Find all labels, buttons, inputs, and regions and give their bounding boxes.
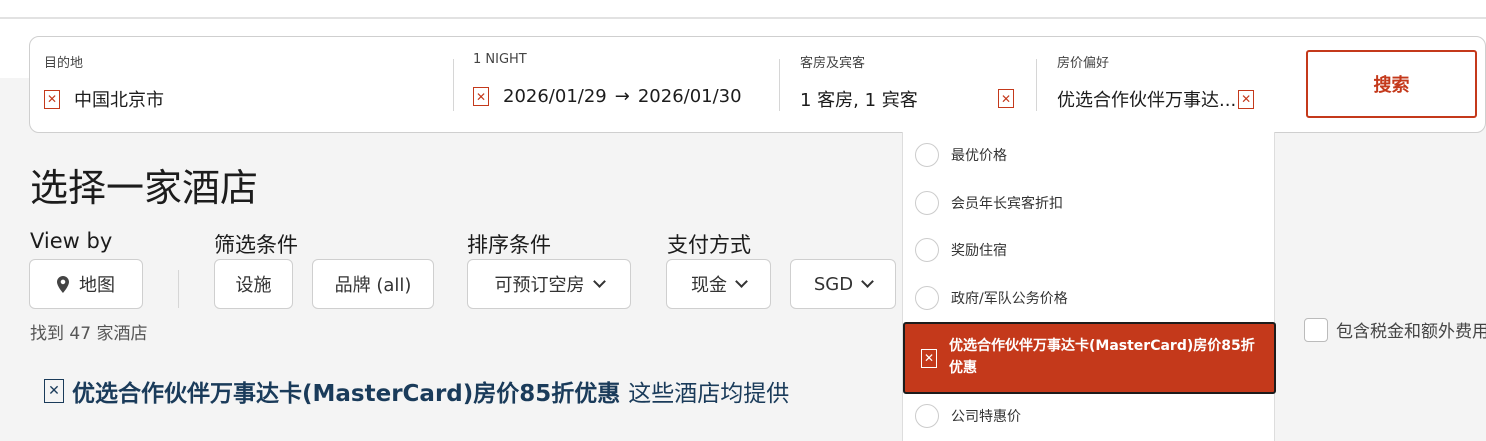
rate-option-label: 政府/军队公务价格 (951, 291, 1068, 307)
payment-label: 支付方式 (667, 233, 751, 257)
result-count: 找到 47 家酒店 (30, 324, 148, 344)
search-bar: 目的地 ✕ 中国北京市 1 NIGHT ✕ 2026/01/29 → 2026/… (29, 36, 1486, 133)
amenities-filter-button[interactable]: 设施 (214, 259, 293, 309)
rate-option[interactable]: 会员年长宾客折扣 (903, 191, 1276, 215)
map-view-button[interactable]: 地图 (29, 259, 143, 309)
header-divider (0, 17, 1486, 19)
include-taxes-label: 包含税金和额外费用 (1336, 322, 1486, 342)
rate-option-selected[interactable]: ✕ 优选合作伙伴万事达卡(MasterCard)房价85折优惠 (903, 322, 1276, 394)
view-by-label: View by (30, 229, 113, 253)
rate-preference-field[interactable]: 房价偏好 优选合作伙伴万事达... ✕ (1057, 37, 1279, 132)
promo-title: 优选合作伙伴万事达卡(MasterCard)房价85折优惠 (72, 381, 621, 407)
radio-button[interactable] (915, 286, 939, 310)
rate-glyph-icon: ✕ (1238, 89, 1255, 109)
calendar-glyph-icon: ✕ (473, 87, 489, 106)
sort-label: 排序条件 (467, 233, 551, 257)
rooms-guests-label: 客房及宾客 (800, 56, 866, 71)
map-pin-icon (57, 275, 69, 293)
rate-option[interactable]: 最优价格 (903, 143, 1276, 167)
filter-label: 筛选条件 (214, 233, 298, 257)
dates-field[interactable]: 1 NIGHT ✕ 2026/01/29 → 2026/01/30 (473, 37, 773, 132)
field-divider (1036, 59, 1037, 111)
destination-label: 目的地 (44, 56, 84, 71)
date-arrow-icon: → (614, 86, 630, 107)
destination-value: 中国北京市 (74, 90, 164, 111)
rate-option-label: 会员年长宾客折扣 (951, 196, 1063, 212)
filter-separator (178, 270, 179, 308)
field-divider (779, 59, 780, 111)
page: 目的地 ✕ 中国北京市 1 NIGHT ✕ 2026/01/29 → 2026/… (0, 0, 1486, 441)
destination-field[interactable]: 目的地 ✕ 中国北京市 (44, 37, 454, 132)
rate-preference-value-row[interactable]: 优选合作伙伴万事达... ✕ (1057, 86, 1255, 112)
promo-text: 这些酒店均提供 (628, 381, 790, 407)
nights-label: 1 NIGHT (473, 52, 527, 67)
payment-method-select[interactable]: 现金 (666, 259, 771, 309)
field-divider (453, 59, 454, 111)
dates-value-row[interactable]: ✕ 2026/01/29 → 2026/01/30 (473, 86, 742, 107)
rate-option-label: 最优价格 (951, 148, 1007, 164)
sort-select-value: 可预订空房 (494, 275, 585, 296)
rate-preference-value: 优选合作伙伴万事达... (1057, 90, 1237, 111)
currency-value: SGD (813, 273, 854, 295)
rate-preference-dropdown: 最优价格 会员年长宾客折扣 奖励住宿 政府/军队公务价格 ✕ 优选合作伙伴万事达… (902, 132, 1276, 441)
rate-option[interactable]: 公司特惠价 (903, 404, 1276, 428)
page-title: 选择一家酒店 (30, 166, 259, 210)
checkout-date: 2026/01/30 (637, 86, 742, 107)
brand-filter-label: 品牌 (all) (334, 275, 412, 296)
search-button[interactable]: 搜索 (1306, 50, 1477, 118)
rate-option-label: 公司特惠价 (951, 409, 1021, 425)
rooms-guests-value: 1 客房, 1 宾客 (800, 90, 918, 111)
amenities-filter-label: 设施 (235, 275, 272, 296)
include-taxes-toggle[interactable]: 包含税金和额外费用 (1304, 317, 1486, 342)
map-view-label: 地图 (79, 275, 115, 296)
rate-preference-label: 房价偏好 (1057, 56, 1110, 71)
radio-button[interactable] (915, 404, 939, 428)
promo-banner: ✕ 优选合作伙伴万事达卡(MasterCard)房价85折优惠 这些酒店均提供 (44, 374, 789, 408)
checkin-date: 2026/01/29 (503, 86, 607, 107)
brand-filter-button[interactable]: 品牌 (all) (312, 259, 434, 309)
radio-button[interactable] (915, 191, 939, 215)
check-glyph-icon: ✕ (921, 348, 937, 368)
radio-button[interactable] (915, 238, 939, 262)
chevron-down-icon (735, 275, 748, 288)
rate-option[interactable]: 奖励住宿 (903, 238, 1276, 262)
destination-value-row[interactable]: ✕ 中国北京市 (44, 86, 164, 112)
radio-button[interactable] (915, 143, 939, 167)
radio-button-selected[interactable]: ✕ (917, 346, 941, 370)
currency-select[interactable]: SGD (790, 259, 896, 309)
rate-option-label: 优选合作伙伴万事达卡(MasterCard)房价85折优惠 (949, 338, 1255, 376)
location-glyph-icon: ✕ (44, 89, 60, 109)
sort-select[interactable]: 可预订空房 (467, 259, 631, 309)
chevron-down-icon (592, 275, 606, 288)
rooms-guests-field[interactable]: 客房及宾客 1 客房, 1 宾客 ✕ (800, 37, 1026, 132)
rate-option[interactable]: 政府/军队公务价格 (903, 286, 1276, 310)
guests-glyph-icon[interactable]: ✕ (998, 89, 1014, 108)
rate-option-label: 奖励住宿 (951, 243, 1007, 259)
promo-glyph-icon: ✕ (44, 379, 64, 403)
chevron-down-icon (861, 275, 874, 288)
include-taxes-checkbox[interactable] (1304, 317, 1328, 342)
payment-method-value: 现金 (691, 275, 727, 296)
